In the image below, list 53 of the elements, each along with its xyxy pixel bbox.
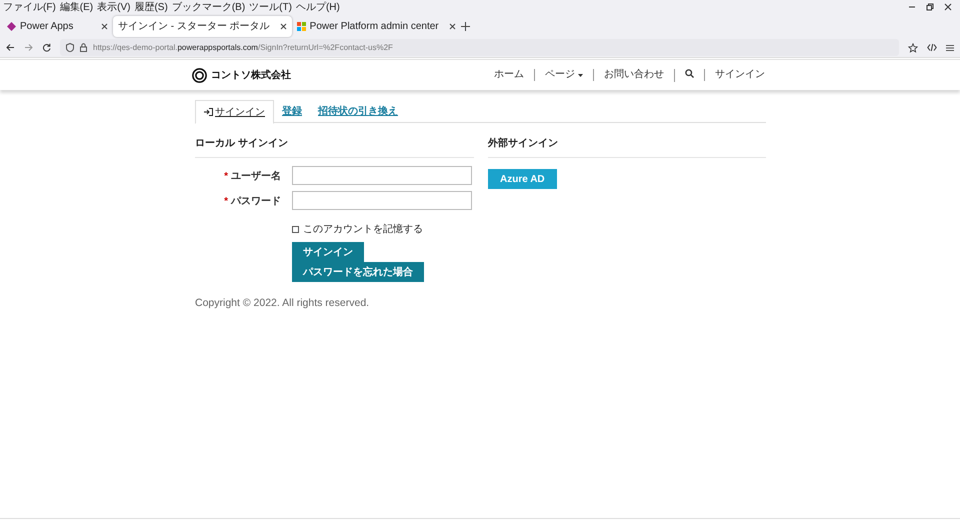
signin-button[interactable]: サインイン [292,242,364,262]
shield-icon [66,43,74,52]
sign-in-icon [204,108,213,116]
browser-tab[interactable]: Power Apps [2,16,113,36]
browser-tab[interactable]: Power Platform admin center [292,16,461,36]
checkbox[interactable] [292,226,299,232]
nav-dropdown[interactable]: ページ [534,69,593,81]
url-text: https://qes-demo-portal.powerappsportals.com/SignIn?returnUrl=%2Fcontact-us%2F [93,43,393,52]
plus-icon[interactable] [460,22,470,30]
field-label: * パスワード [223,194,282,208]
field-label: * ユーザー名 [223,170,282,182]
menu-item[interactable]: 表示(V) [97,0,130,14]
lock-icon [80,43,87,52]
signin-tab[interactable]: サインイン [195,100,274,124]
code-icon[interactable] [927,43,937,52]
nav-link[interactable]: サインイン [704,69,765,81]
back-icon[interactable] [6,43,15,52]
signin-tab[interactable]: 招待状の引き換え [310,100,406,122]
nav-link[interactable]: ホーム [484,69,534,81]
menu-icon[interactable] [946,44,954,52]
close-icon[interactable] [101,22,108,30]
close-icon[interactable] [280,22,287,30]
close-icon[interactable] [448,22,456,30]
section-heading: 外部サインイン [488,133,766,158]
diamond-icon [7,22,16,30]
menu-item[interactable]: ヘルプ(H) [296,0,340,14]
restore-icon[interactable] [926,3,934,11]
search-icon[interactable] [685,68,694,78]
address-field[interactable]: https://qes-demo-portal.powerappsportals.com/SignIn?returnUrl=%2Fcontact-us%2F [60,39,899,56]
caret-icon [578,74,583,77]
reload-icon[interactable] [42,43,51,52]
brand-name[interactable]: コントソ株式会社 [211,68,291,82]
copyright-text: Copyright © 2022. All rights reserved. [195,297,370,309]
menu-item[interactable]: ツール(T) [249,0,292,14]
browser-tab[interactable]: サインイン - スターター ポータル [113,16,292,36]
menu-item[interactable]: ファイル(F) [3,0,56,14]
forgot-password-button[interactable]: パスワードを忘れた場合 [292,262,424,282]
signin-tab[interactable]: 登録 [274,100,310,122]
menu-item[interactable]: 履歴(S) [134,0,168,14]
ring-logo-icon [192,68,207,82]
menu-item[interactable]: 編集(E) [60,0,94,14]
close-icon[interactable] [944,3,952,11]
input-field[interactable] [292,191,472,210]
nav-link[interactable]: お問い合わせ [593,69,674,81]
star-icon[interactable] [908,42,918,52]
input-field[interactable] [292,166,472,185]
menu-item[interactable]: ブックマーク(B) [172,0,246,14]
tab-title: Power Platform admin center [310,20,440,32]
section-heading: ローカル サインイン [195,133,474,158]
tab-title: サインイン - スターター ポータル [118,20,271,33]
checkbox-label: このアカウントを記憶する [303,222,423,236]
tab-title: Power Apps [20,20,74,32]
windows-icon [296,22,306,30]
